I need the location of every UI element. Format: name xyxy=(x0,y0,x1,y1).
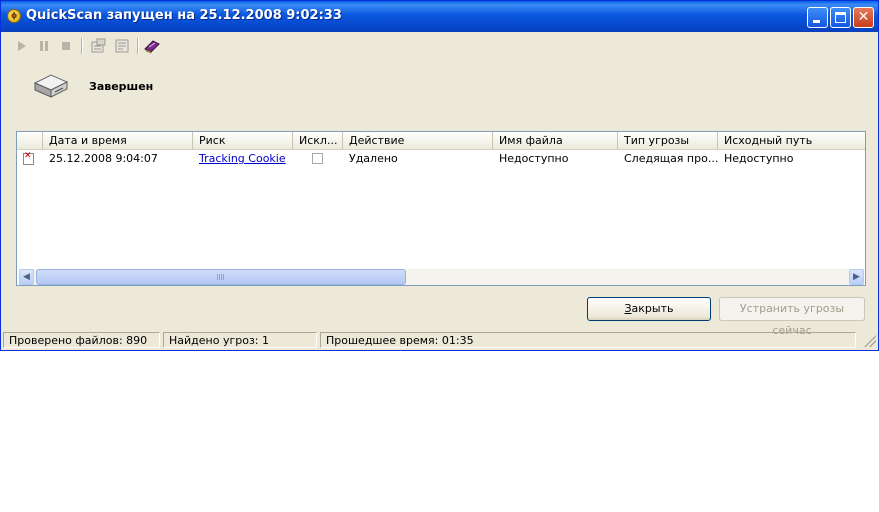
disk-drive-icon xyxy=(33,71,69,102)
cell-datetime: 25.12.2008 9:04:07 xyxy=(49,152,158,165)
window-title: QuickScan запущен на 25.12.2008 9:02:33 xyxy=(26,8,342,23)
pause-button[interactable] xyxy=(35,37,53,55)
column-header-threat-type[interactable]: Тип угрозы xyxy=(618,132,718,149)
help-book-button[interactable] xyxy=(143,37,161,55)
book-icon xyxy=(144,40,160,54)
cell-source-path: Недоступно xyxy=(724,152,794,165)
maximize-button[interactable] xyxy=(830,7,851,28)
close-button-label: акрыть xyxy=(631,302,674,315)
horizontal-scrollbar[interactable]: ◀ ▶ xyxy=(19,269,864,285)
cell-action: Удалено xyxy=(349,152,398,165)
toolbar-separator xyxy=(137,38,139,54)
column-header-filename[interactable]: Имя файла xyxy=(493,132,618,149)
column-header-risk[interactable]: Риск xyxy=(193,132,293,149)
scroll-right-button[interactable]: ▶ xyxy=(849,269,864,285)
scrollbar-thumb[interactable] xyxy=(36,269,406,285)
maximize-icon xyxy=(835,12,846,23)
minimize-icon xyxy=(813,20,820,23)
resize-grip-icon[interactable] xyxy=(864,335,876,347)
results-table[interactable]: Дата и время Риск Искл... Действие Имя ф… xyxy=(16,131,866,286)
close-button-accelerator: З xyxy=(624,302,632,315)
status-elapsed-time: Прошедшее время: 01:35 xyxy=(320,332,856,348)
stop-icon xyxy=(62,42,70,50)
properties-icon xyxy=(91,38,106,53)
title-bar[interactable]: ϕ QuickScan запущен на 25.12.2008 9:02:3… xyxy=(1,1,878,32)
close-window-button[interactable]: ✕ xyxy=(853,7,874,28)
export-button[interactable] xyxy=(113,37,131,55)
column-header-datetime[interactable]: Дата и время xyxy=(43,132,193,149)
cell-filename: Недоступно xyxy=(499,152,569,165)
quickscan-window: ϕ QuickScan запущен на 25.12.2008 9:02:3… xyxy=(0,0,879,351)
scroll-left-button[interactable]: ◀ xyxy=(19,269,34,285)
properties-button[interactable] xyxy=(89,37,107,55)
table-row[interactable]: 25.12.2008 9:04:07 Tracking Cookie Удале… xyxy=(17,150,865,168)
pause-icon xyxy=(40,41,48,51)
risk-link[interactable]: Tracking Cookie xyxy=(199,152,286,165)
fix-threats-button[interactable]: Устранить угрозы сейчас xyxy=(719,297,865,337)
play-icon xyxy=(18,41,26,51)
chevron-right-icon: ▶ xyxy=(853,272,860,282)
status-threats-found: Найдено угроз: 1 xyxy=(163,332,317,348)
column-header-action[interactable]: Действие xyxy=(343,132,493,149)
close-icon: ✕ xyxy=(857,9,870,25)
column-header-excluded[interactable]: Искл... xyxy=(293,132,343,149)
close-button[interactable]: Закрыть xyxy=(587,297,711,321)
export-icon xyxy=(115,39,129,53)
cell-threat-type: Следящая про... xyxy=(624,152,718,165)
status-bar: Проверено файлов: 890 Найдено угроз: 1 П… xyxy=(3,331,876,349)
table-header: Дата и время Риск Искл... Действие Имя ф… xyxy=(17,132,865,150)
minimize-button[interactable] xyxy=(807,7,828,28)
threat-icon xyxy=(23,151,34,165)
toolbar-separator xyxy=(81,38,83,54)
play-button[interactable] xyxy=(13,37,31,55)
stop-button[interactable] xyxy=(57,37,75,55)
column-header-icon[interactable] xyxy=(17,132,43,149)
status-files-checked: Проверено файлов: 890 xyxy=(3,332,160,348)
app-icon: ϕ xyxy=(7,9,21,23)
exclude-checkbox[interactable] xyxy=(312,153,323,164)
column-header-source-path[interactable]: Исходный путь xyxy=(718,132,865,149)
cell-risk: Tracking Cookie xyxy=(193,150,293,168)
scan-status-text: Завершен xyxy=(89,80,154,93)
chevron-left-icon: ◀ xyxy=(23,272,30,282)
